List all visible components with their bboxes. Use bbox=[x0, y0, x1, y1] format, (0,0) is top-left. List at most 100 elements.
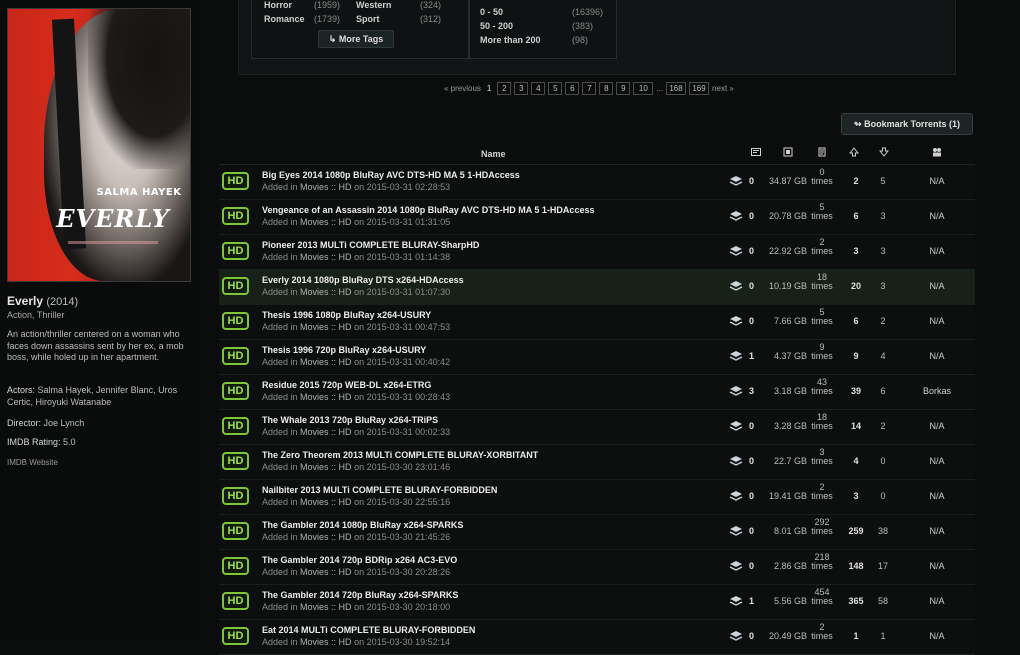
bookmark-torrents-button[interactable]: ↬ Bookmark Torrents (1) bbox=[841, 113, 973, 135]
category-link[interactable]: Movies :: HD bbox=[300, 602, 352, 612]
uploader-name[interactable]: N/A bbox=[905, 561, 969, 571]
category-link[interactable]: Movies :: HD bbox=[300, 567, 352, 577]
table-row[interactable]: HD The Gambler 2014 1080p BluRay x264-SPA… bbox=[219, 515, 975, 550]
uploader-column-icon[interactable] bbox=[932, 147, 942, 157]
download-icon[interactable] bbox=[729, 420, 743, 432]
page-link[interactable]: 168 bbox=[666, 81, 687, 95]
comments-column-icon[interactable] bbox=[751, 147, 761, 157]
uploader-name[interactable]: N/A bbox=[905, 316, 969, 326]
page-link[interactable]: 2 bbox=[497, 81, 512, 95]
page-link[interactable]: 10 bbox=[633, 81, 654, 95]
page-link[interactable]: 8 bbox=[599, 81, 614, 95]
download-icon[interactable] bbox=[729, 455, 743, 467]
download-icon[interactable] bbox=[729, 525, 743, 537]
download-icon[interactable] bbox=[729, 595, 743, 607]
table-row[interactable]: HD Pioneer 2013 MULTi COMPLETE BLURAY-Sha… bbox=[219, 235, 975, 270]
torrent-name-link[interactable]: Everly 2014 1080p BluRay DTS x264-HDAcce… bbox=[262, 275, 464, 285]
category-link[interactable]: Movies :: HD bbox=[300, 462, 352, 472]
completed-column-icon[interactable] bbox=[817, 147, 827, 157]
uploader-name[interactable]: N/A bbox=[905, 491, 969, 501]
movie-poster[interactable]: SALMA HAYEK EVERLY bbox=[7, 8, 191, 282]
torrent-name-link[interactable]: Eat 2014 MULTi COMPLETE BLURAY-FORBIDDEN bbox=[262, 625, 475, 635]
previous-link[interactable]: « previous bbox=[444, 84, 481, 93]
table-row[interactable]: HD The Zero Theorem 2013 MULTi COMPLETE B… bbox=[219, 445, 975, 480]
page-link[interactable]: 7 bbox=[582, 81, 597, 95]
uploader-name[interactable]: N/A bbox=[905, 281, 969, 291]
next-link[interactable]: next » bbox=[712, 84, 734, 93]
torrent-name-link[interactable]: The Zero Theorem 2013 MULTi COMPLETE BLU… bbox=[262, 450, 538, 460]
category-link[interactable]: Movies :: HD bbox=[300, 287, 352, 297]
torrent-name-link[interactable]: Thesis 1996 1080p BluRay x264-USURY bbox=[262, 310, 431, 320]
uploader-name[interactable]: Borkas bbox=[905, 386, 969, 396]
uploader-name[interactable]: N/A bbox=[905, 456, 969, 466]
download-icon[interactable] bbox=[729, 175, 743, 187]
torrent-name-link[interactable]: Pioneer 2013 MULTi COMPLETE BLURAY-Sharp… bbox=[262, 240, 479, 250]
uploader-name[interactable]: N/A bbox=[905, 631, 969, 641]
size-column-icon[interactable] bbox=[783, 147, 793, 157]
category-link[interactable]: Movies :: HD bbox=[300, 392, 352, 402]
torrent-name-link[interactable]: Residue 2015 720p WEB-DL x264-ETRG bbox=[262, 380, 431, 390]
table-row[interactable]: HD Residue 2015 720p WEB-DL x264-ETRG Adde… bbox=[219, 375, 975, 410]
tag-sport[interactable]: Sport (312) bbox=[356, 14, 441, 24]
category-link[interactable]: Movies :: HD bbox=[300, 322, 352, 332]
uploader-name[interactable]: N/A bbox=[905, 176, 969, 186]
torrent-name-link[interactable]: The Whale 2013 720p BluRay x264-TRiPS bbox=[262, 415, 438, 425]
size-50-200[interactable]: 50 - 200 (383) bbox=[480, 21, 593, 31]
table-row[interactable]: HD Thesis 1996 1080p BluRay x264-USURY Add… bbox=[219, 305, 975, 340]
torrent-name-link[interactable]: The Gambler 2014 1080p BluRay x264-SPARK… bbox=[262, 520, 463, 530]
more-tags-button[interactable]: ↳ More Tags bbox=[318, 30, 394, 48]
uploader-name[interactable]: N/A bbox=[905, 526, 969, 536]
table-row[interactable]: HD The Gambler 2014 720p BluRay x264-SPAR… bbox=[219, 585, 975, 620]
download-icon[interactable] bbox=[729, 560, 743, 572]
uploader-name[interactable]: N/A bbox=[905, 211, 969, 221]
table-row[interactable]: HD Vengeance of an Assassin 2014 1080p Bl… bbox=[219, 200, 975, 235]
table-row[interactable]: HD The Whale 2013 720p BluRay x264-TRiPS A… bbox=[219, 410, 975, 445]
category-link[interactable]: Movies :: HD bbox=[300, 252, 352, 262]
page-link[interactable]: 3 bbox=[514, 81, 529, 95]
download-icon[interactable] bbox=[729, 280, 743, 292]
category-link[interactable]: Movies :: HD bbox=[300, 497, 352, 507]
torrent-name-link[interactable]: Thesis 1996 720p BluRay x264-USURY bbox=[262, 345, 426, 355]
uploader-name[interactable]: N/A bbox=[905, 596, 969, 606]
table-row[interactable]: HD Thesis 1996 720p BluRay x264-USURY Adde… bbox=[219, 340, 975, 375]
leechers-column-icon[interactable] bbox=[879, 147, 889, 157]
download-icon[interactable] bbox=[729, 490, 743, 502]
torrent-name-link[interactable]: Big Eyes 2014 1080p BluRay AVC DTS-HD MA… bbox=[262, 170, 520, 180]
tag-horror[interactable]: Horror (1959) bbox=[264, 0, 340, 10]
category-link[interactable]: Movies :: HD bbox=[300, 637, 352, 647]
uploader-name[interactable]: N/A bbox=[905, 421, 969, 431]
table-row[interactable]: HD Big Eyes 2014 1080p BluRay AVC DTS-HD … bbox=[219, 165, 975, 200]
page-link[interactable]: 169 bbox=[689, 81, 710, 95]
table-row[interactable]: HD Nailbiter 2013 MULTi COMPLETE BLURAY-F… bbox=[219, 480, 975, 515]
torrent-name-link[interactable]: The Gambler 2014 720p BluRay x264-SPARKS bbox=[262, 590, 458, 600]
size-more-than-200[interactable]: More than 200 (98) bbox=[480, 35, 588, 45]
uploader-name[interactable]: N/A bbox=[905, 351, 969, 361]
download-icon[interactable] bbox=[729, 210, 743, 222]
category-link[interactable]: Movies :: HD bbox=[300, 357, 352, 367]
table-row[interactable]: HD Everly 2014 1080p BluRay DTS x264-HDAc… bbox=[219, 270, 975, 305]
page-link[interactable]: 4 bbox=[531, 81, 546, 95]
uploader-name[interactable]: N/A bbox=[905, 246, 969, 256]
tag-western[interactable]: Western (324) bbox=[356, 0, 441, 10]
download-icon[interactable] bbox=[729, 385, 743, 397]
torrent-name-link[interactable]: Nailbiter 2013 MULTi COMPLETE BLURAY-FOR… bbox=[262, 485, 497, 495]
download-icon[interactable] bbox=[729, 350, 743, 362]
page-link[interactable]: 5 bbox=[548, 81, 563, 95]
category-link[interactable]: Movies :: HD bbox=[300, 182, 352, 192]
torrent-name-link[interactable]: The Gambler 2014 720p BDRip x264 AC3-EVO bbox=[262, 555, 457, 565]
category-link[interactable]: Movies :: HD bbox=[300, 427, 352, 437]
torrent-name-link[interactable]: Vengeance of an Assassin 2014 1080p BluR… bbox=[262, 205, 594, 215]
download-icon[interactable] bbox=[729, 245, 743, 257]
imdb-website-link[interactable]: IMDB Website bbox=[7, 458, 58, 467]
size-0-50[interactable]: 0 - 50 (16396) bbox=[480, 7, 603, 17]
page-link[interactable]: 6 bbox=[565, 81, 580, 95]
table-row[interactable]: HD The Gambler 2014 720p BDRip x264 AC3-E… bbox=[219, 550, 975, 585]
column-name-header[interactable]: Name bbox=[481, 149, 506, 159]
page-link[interactable]: 9 bbox=[616, 81, 631, 95]
category-link[interactable]: Movies :: HD bbox=[300, 217, 352, 227]
download-icon[interactable] bbox=[729, 630, 743, 642]
tag-romance[interactable]: Romance (1739) bbox=[264, 14, 340, 24]
seeders-column-icon[interactable] bbox=[849, 147, 859, 157]
download-icon[interactable] bbox=[729, 315, 743, 327]
category-link[interactable]: Movies :: HD bbox=[300, 532, 352, 542]
